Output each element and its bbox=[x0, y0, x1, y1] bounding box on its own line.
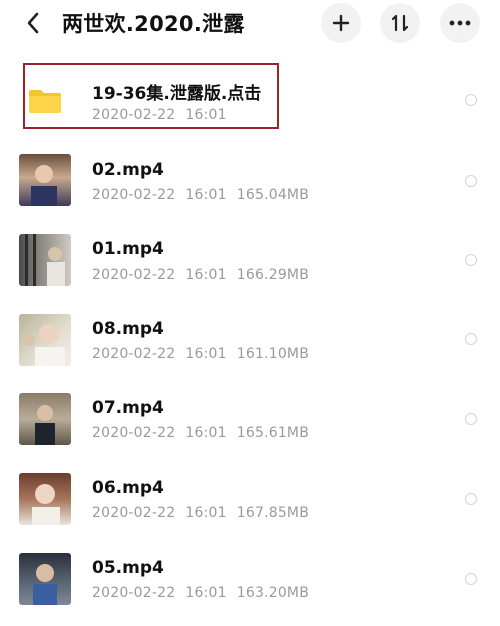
file-time: 16:01 bbox=[185, 346, 227, 362]
file-row[interactable]: 06.mp4 2020-02-22 16:01 167.85MB bbox=[0, 459, 500, 535]
sort-button[interactable] bbox=[380, 3, 420, 43]
select-radio[interactable] bbox=[465, 413, 477, 425]
select-radio[interactable] bbox=[465, 175, 477, 187]
file-meta: 2020-02-22 16:01 163.20MB bbox=[92, 585, 319, 601]
more-horizontal-icon bbox=[449, 20, 471, 26]
plus-icon bbox=[332, 14, 350, 32]
file-row[interactable]: 01.mp4 2020-02-22 16:01 166.29MB bbox=[0, 220, 500, 296]
file-date: 2020-02-22 bbox=[92, 267, 176, 283]
file-size: 161.10MB bbox=[236, 346, 310, 362]
file-meta: 2020-02-22 16:01 167.85MB bbox=[92, 505, 319, 521]
file-time: 16:01 bbox=[185, 505, 227, 521]
file-name: 08.mp4 bbox=[92, 319, 164, 339]
file-name: 02.mp4 bbox=[92, 160, 164, 180]
video-thumbnail bbox=[19, 473, 71, 525]
file-meta: 2020-02-22 16:01 165.61MB bbox=[92, 425, 319, 441]
file-name: 01.mp4 bbox=[92, 239, 164, 259]
file-row[interactable]: 05.mp4 2020-02-22 16:01 163.20MB bbox=[0, 539, 500, 615]
file-time: 16:01 bbox=[185, 585, 227, 601]
add-button[interactable] bbox=[321, 3, 361, 43]
back-button[interactable] bbox=[18, 8, 48, 38]
file-size: 165.04MB bbox=[236, 187, 310, 203]
file-row[interactable]: 08.mp4 2020-02-22 16:01 161.10MB bbox=[0, 300, 500, 376]
chevron-left-icon bbox=[27, 12, 39, 34]
file-name: 05.mp4 bbox=[92, 558, 164, 578]
file-date: 2020-02-22 bbox=[92, 585, 176, 601]
file-time: 16:01 bbox=[185, 187, 227, 203]
top-bar: 两世欢.2020.泄露 bbox=[0, 0, 500, 48]
file-meta: 2020-02-22 16:01 161.10MB bbox=[92, 346, 319, 362]
file-name: 07.mp4 bbox=[92, 398, 164, 418]
page-title: 两世欢.2020.泄露 bbox=[62, 12, 245, 36]
file-time: 16:01 bbox=[185, 267, 227, 283]
file-meta: 2020-02-22 16:01 166.29MB bbox=[92, 267, 319, 283]
file-meta: 2020-02-22 16:01 165.04MB bbox=[92, 187, 319, 203]
file-date: 2020-02-22 bbox=[92, 425, 176, 441]
file-date: 2020-02-22 bbox=[92, 346, 176, 362]
video-thumbnail bbox=[19, 234, 71, 286]
file-row[interactable]: 07.mp4 2020-02-22 16:01 165.61MB bbox=[0, 379, 500, 455]
file-size: 167.85MB bbox=[236, 505, 310, 521]
file-date: 2020-02-22 bbox=[92, 505, 176, 521]
file-size: 166.29MB bbox=[236, 267, 310, 283]
select-radio[interactable] bbox=[465, 254, 477, 266]
select-radio[interactable] bbox=[465, 573, 477, 585]
select-radio[interactable] bbox=[465, 94, 477, 106]
video-thumbnail bbox=[19, 553, 71, 605]
sort-icon bbox=[391, 14, 409, 32]
file-size: 163.20MB bbox=[236, 585, 310, 601]
video-thumbnail bbox=[19, 393, 71, 445]
highlight-frame bbox=[23, 63, 279, 129]
file-row[interactable]: 02.mp4 2020-02-22 16:01 165.04MB bbox=[0, 141, 500, 217]
video-thumbnail bbox=[19, 154, 71, 206]
file-name: 06.mp4 bbox=[92, 478, 164, 498]
select-radio[interactable] bbox=[465, 493, 477, 505]
more-button[interactable] bbox=[440, 3, 480, 43]
file-time: 16:01 bbox=[185, 425, 227, 441]
video-thumbnail bbox=[19, 314, 71, 366]
select-radio[interactable] bbox=[465, 333, 477, 345]
file-size: 165.61MB bbox=[236, 425, 310, 441]
file-date: 2020-02-22 bbox=[92, 187, 176, 203]
